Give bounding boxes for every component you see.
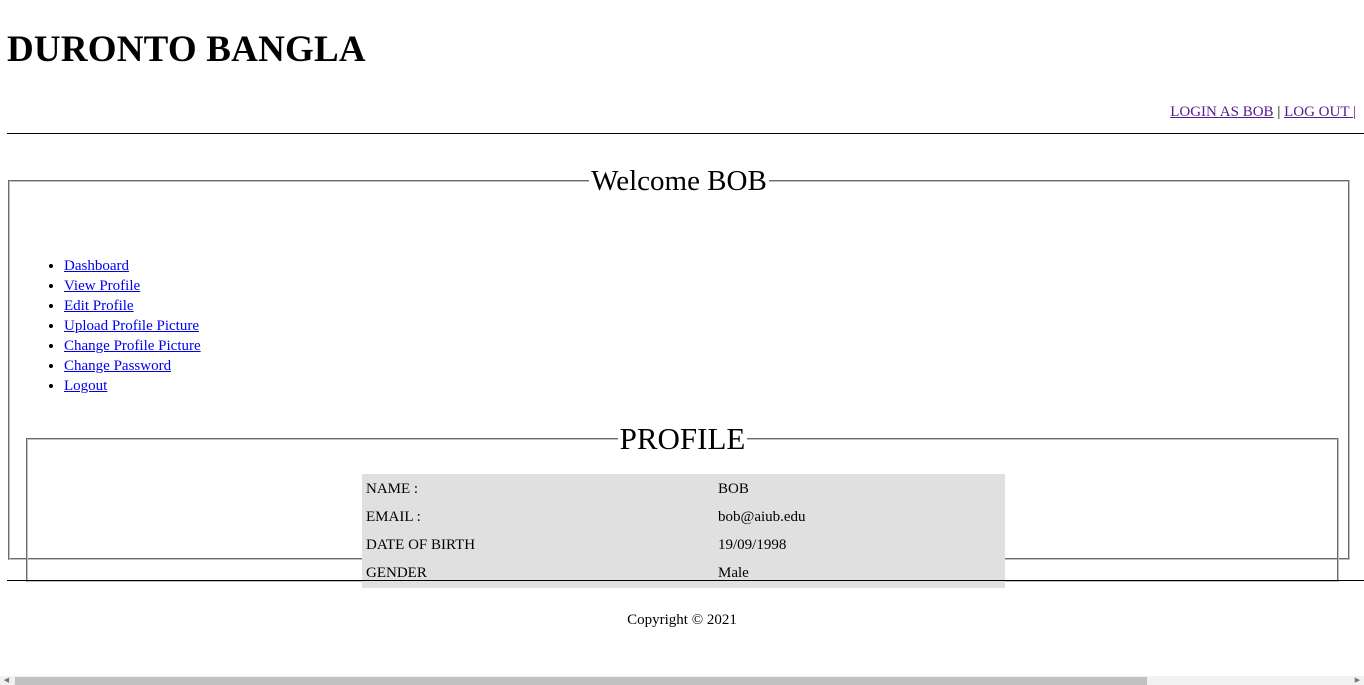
welcome-legend: Welcome BOB [591, 165, 767, 197]
menu-item-change-password: Change Password [64, 356, 201, 376]
change-password-link[interactable]: Change Password [64, 358, 171, 374]
profile-value: Male [718, 564, 749, 581]
profile-key: NAME : [366, 480, 419, 497]
logout-menu-link[interactable]: Logout [64, 378, 107, 394]
copyright-text: Copyright © 2021 [627, 612, 737, 628]
menu-item-change-picture: Change Profile Picture [64, 336, 201, 356]
profile-fieldset: PROFILE NAME : BOB EMAIL : bob@aiub.edu … [26, 421, 1339, 588]
profile-value: BOB [718, 480, 749, 497]
profile-key: DATE OF BIRTH [366, 536, 476, 553]
change-profile-picture-link[interactable]: Change Profile Picture [64, 338, 201, 354]
profile-table: NAME : BOB EMAIL : bob@aiub.edu DATE OF … [362, 474, 1005, 588]
table-row: DATE OF BIRTH 19/09/1998 [364, 532, 1003, 558]
footer-divider [7, 580, 1364, 581]
profile-key: EMAIL : [366, 508, 421, 525]
site-title: DURONTO BANGLA [7, 29, 366, 70]
table-row: NAME : BOB [364, 476, 1003, 502]
nav-separator: | [1277, 104, 1281, 120]
login-as-link[interactable]: LOGIN AS BOB [1170, 104, 1273, 120]
horizontal-scrollbar[interactable]: ◀ ▶ [0, 676, 1364, 685]
dashboard-menu: Dashboard View Profile Edit Profile Uplo… [46, 256, 201, 396]
edit-profile-link[interactable]: Edit Profile [64, 298, 134, 314]
welcome-fieldset: Welcome BOB Dashboard View Profile Edit … [8, 165, 1350, 588]
menu-item-view-profile: View Profile [64, 276, 201, 296]
header-divider [7, 133, 1364, 134]
upload-profile-picture-link[interactable]: Upload Profile Picture [64, 318, 199, 334]
nav-separator-link[interactable]: | [1349, 104, 1356, 120]
menu-item-logout: Logout [64, 376, 201, 396]
view-profile-link[interactable]: View Profile [64, 278, 140, 294]
menu-item-dashboard: Dashboard [64, 256, 201, 276]
profile-value: bob@aiub.edu [718, 508, 806, 525]
table-row: GENDER Male [364, 560, 1003, 586]
scroll-right-arrow-icon[interactable]: ▶ [1353, 676, 1362, 685]
profile-key: GENDER [366, 564, 427, 581]
profile-legend: PROFILE [619, 421, 746, 456]
menu-item-edit-profile: Edit Profile [64, 296, 201, 316]
logout-link[interactable]: LOG OUT [1284, 104, 1349, 120]
profile-value: 19/09/1998 [718, 536, 787, 553]
scroll-left-arrow-icon[interactable]: ◀ [2, 676, 11, 685]
top-nav: LOGIN AS BOB | LOG OUT | [1170, 103, 1356, 121]
scrollbar-thumb[interactable] [15, 677, 1147, 685]
table-row: EMAIL : bob@aiub.edu [364, 504, 1003, 530]
menu-item-upload-picture: Upload Profile Picture [64, 316, 201, 336]
dashboard-link[interactable]: Dashboard [64, 258, 129, 274]
